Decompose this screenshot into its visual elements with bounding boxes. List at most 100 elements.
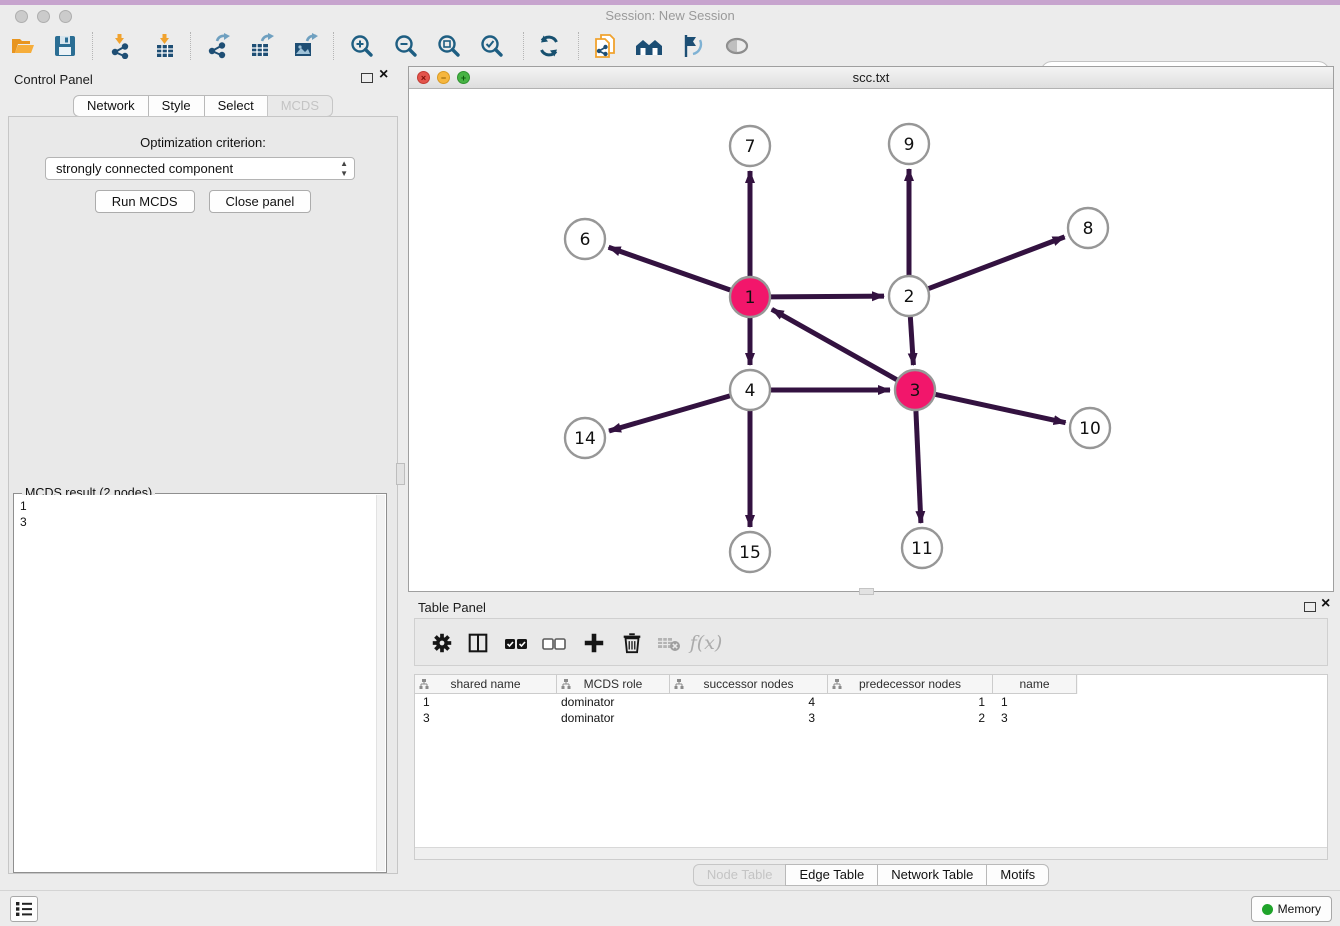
refresh-button[interactable] <box>534 31 564 61</box>
network-canvas[interactable]: 7968124314101511 <box>409 89 1333 591</box>
result-line: 1 <box>20 498 370 514</box>
hierarchy-icon <box>832 679 842 689</box>
toolbar-separator <box>190 32 191 60</box>
trash-icon <box>620 631 644 655</box>
node-table: shared name MCDS role successor nodes <box>414 674 1328 860</box>
result-line: 3 <box>20 514 370 530</box>
column-header-mcds-role[interactable]: MCDS role <box>557 675 670 694</box>
export-image-icon <box>292 33 318 59</box>
result-scrollbar[interactable] <box>376 495 385 871</box>
optimization-criterion-label: Optimization criterion: <box>9 135 397 150</box>
control-panel: Control Panel × Network Style Select MCD… <box>0 62 406 884</box>
graph-edge-4-14[interactable] <box>609 396 730 431</box>
control-panel-title: Control Panel <box>14 72 93 87</box>
graph-node-label-3: 3 <box>910 381 921 401</box>
delete-table-button[interactable] <box>656 630 682 656</box>
table-row[interactable]: 3 dominator 3 2 3 <box>415 710 1327 726</box>
delete-columns-button[interactable] <box>619 630 645 656</box>
toolbar-separator <box>333 32 334 60</box>
table-horizontal-scrollbar[interactable] <box>415 847 1327 859</box>
import-network-button[interactable] <box>105 31 135 61</box>
graph-edge-3-1[interactable] <box>772 309 897 379</box>
home-button[interactable] <box>634 31 664 61</box>
window-title: Session: New Session <box>0 8 1340 23</box>
zoom-selected-button[interactable] <box>477 31 507 61</box>
float-panel-icon[interactable] <box>361 73 373 83</box>
close-table-panel-icon[interactable]: × <box>1321 595 1330 613</box>
float-table-panel-icon[interactable] <box>1304 602 1316 612</box>
tab-network-table[interactable]: Network Table <box>877 864 987 886</box>
column-header-name[interactable]: name <box>993 675 1077 694</box>
task-history-button[interactable] <box>10 896 38 922</box>
tab-style[interactable]: Style <box>148 95 205 117</box>
table-settings-button[interactable] <box>429 630 455 656</box>
save-icon <box>52 33 78 59</box>
create-column-button[interactable] <box>581 630 607 656</box>
zoom-out-icon <box>393 33 419 59</box>
graph-edge-1-6[interactable] <box>609 247 731 290</box>
vertical-splitter-grip[interactable] <box>396 463 405 485</box>
graph-edge-2-3[interactable] <box>910 317 913 365</box>
select-stepper-icon: ▲▼ <box>340 159 348 179</box>
graph-node-label-15: 15 <box>739 543 761 563</box>
tab-motifs[interactable]: Motifs <box>986 864 1049 886</box>
open-folder-icon <box>10 33 36 59</box>
mcds-panel: Optimization criterion: strongly connect… <box>8 116 398 874</box>
graph-edge-1-2[interactable] <box>771 296 884 297</box>
close-panel-icon[interactable]: × <box>379 66 388 84</box>
graph-node-label-8: 8 <box>1083 219 1094 239</box>
zoom-out-button[interactable] <box>391 31 421 61</box>
deselect-all-columns-button[interactable] <box>541 630 567 656</box>
memory-button[interactable]: Memory <box>1251 896 1332 922</box>
checked-boxes-icon <box>503 630 529 656</box>
export-image-button[interactable] <box>290 31 320 61</box>
hierarchy-icon <box>419 679 429 689</box>
export-table-button[interactable] <box>246 31 276 61</box>
titlebar: Session: New Session <box>0 5 1340 28</box>
save-session-button[interactable] <box>50 31 80 61</box>
clone-network-button[interactable] <box>590 31 620 61</box>
horizontal-splitter-grip[interactable] <box>859 588 874 595</box>
main-toolbar <box>0 28 1340 64</box>
tab-mcds[interactable]: MCDS <box>267 95 333 117</box>
tab-select[interactable]: Select <box>204 95 268 117</box>
table-panel-title: Table Panel <box>418 600 486 615</box>
zoom-in-button[interactable] <box>347 31 377 61</box>
column-header-predecessor-nodes[interactable]: predecessor nodes <box>828 675 993 694</box>
export-table-icon <box>248 33 274 59</box>
memory-status-icon <box>1262 904 1273 915</box>
selected-option: strongly connected component <box>56 161 233 176</box>
network-graph: 7968124314101511 <box>409 89 1333 591</box>
toolbar-separator <box>92 32 93 60</box>
select-all-columns-button[interactable] <box>503 630 529 656</box>
gear-icon <box>430 631 454 655</box>
close-panel-button[interactable]: Close panel <box>209 190 312 213</box>
open-session-button[interactable] <box>8 31 38 61</box>
graph-node-label-4: 4 <box>745 381 756 401</box>
eye-icon <box>723 33 751 59</box>
tab-node-table[interactable]: Node Table <box>693 864 787 886</box>
graph-node-label-9: 9 <box>904 135 915 155</box>
network-window-titlebar[interactable]: × − + scc.txt <box>409 67 1333 89</box>
tab-network[interactable]: Network <box>73 95 149 117</box>
hierarchy-icon <box>561 679 571 689</box>
table-row[interactable]: 1 dominator 4 1 1 <box>415 694 1327 710</box>
export-network-button[interactable] <box>203 31 233 61</box>
show-graphics-button[interactable] <box>722 31 752 61</box>
graph-edge-2-8[interactable] <box>929 237 1065 289</box>
hide-annotations-button[interactable] <box>677 31 707 61</box>
graph-edge-3-11[interactable] <box>916 411 921 523</box>
show-columns-button[interactable] <box>465 630 491 656</box>
tab-edge-table[interactable]: Edge Table <box>785 864 878 886</box>
import-table-button[interactable] <box>150 31 180 61</box>
import-network-icon <box>107 33 133 59</box>
column-header-successor-nodes[interactable]: successor nodes <box>670 675 828 694</box>
mcds-result-text[interactable]: 1 3 <box>15 495 375 871</box>
zoom-fit-button[interactable] <box>434 31 464 61</box>
graph-edge-3-10[interactable] <box>936 394 1066 422</box>
optimization-criterion-select[interactable]: strongly connected component ▲▼ <box>45 157 355 180</box>
column-header-shared-name[interactable]: shared name <box>415 675 557 694</box>
graph-node-label-10: 10 <box>1079 419 1101 439</box>
function-builder-button[interactable]: f(x) <box>693 630 719 656</box>
run-mcds-button[interactable]: Run MCDS <box>95 190 195 213</box>
